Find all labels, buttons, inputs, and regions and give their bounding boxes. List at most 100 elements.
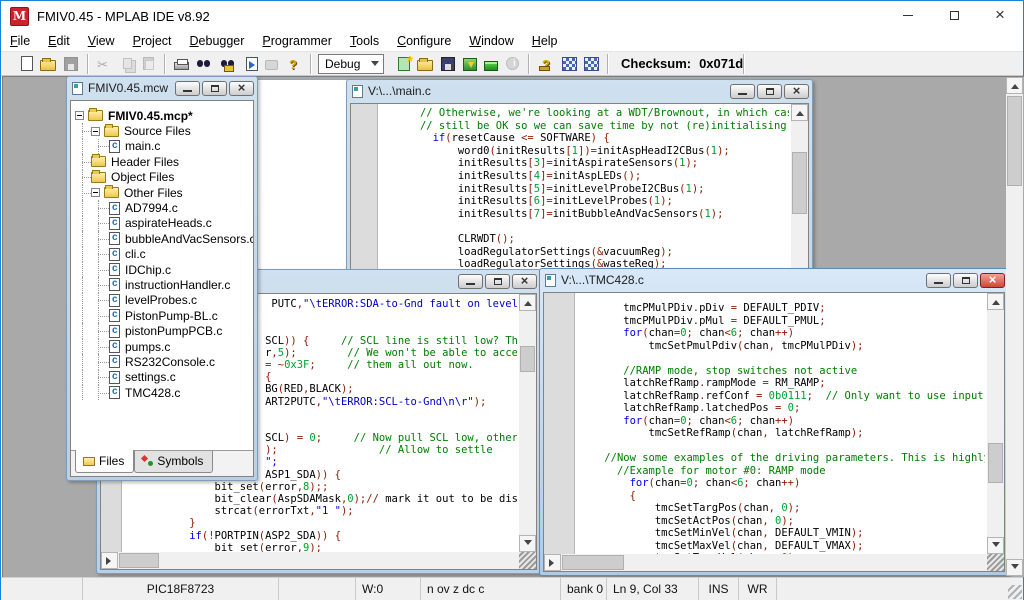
- scrollbar-thumb[interactable]: [562, 555, 624, 570]
- print-icon[interactable]: [174, 62, 189, 70]
- build-all-icon[interactable]: [463, 58, 477, 71]
- find-icon[interactable]: [196, 56, 213, 72]
- scroll-right-button[interactable]: [544, 554, 561, 571]
- tree-item-other-files[interactable]: Other Files: [75, 185, 251, 200]
- tree-item-ad7994-c[interactable]: AD7994.c: [75, 200, 251, 215]
- minimize-button[interactable]: [926, 273, 951, 288]
- maximize-button[interactable]: [931, 1, 977, 30]
- horizontal-scrollbar[interactable]: [101, 552, 519, 569]
- code-area-tmc[interactable]: tmcPMulPDiv.pDiv = DEFAULT_PDIV; tmcPMul…: [579, 302, 985, 554]
- open-workspace-icon[interactable]: [417, 60, 433, 71]
- minimize-button[interactable]: [730, 84, 755, 99]
- minimize-button[interactable]: [175, 81, 200, 96]
- scroll-down-button[interactable]: [519, 535, 536, 552]
- scrollbar-thumb[interactable]: [988, 443, 1003, 483]
- tree-item-object-files[interactable]: Object Files: [75, 170, 251, 185]
- build-configuration-select[interactable]: Debug: [318, 54, 384, 74]
- close-button[interactable]: [512, 274, 537, 289]
- resize-grip[interactable]: [1008, 585, 1022, 599]
- project-title-bar[interactable]: FMIV0.45.mcw: [70, 78, 254, 98]
- menu-view[interactable]: View: [79, 32, 124, 50]
- scrollbar-thumb[interactable]: [1007, 96, 1022, 186]
- open-file-icon[interactable]: [40, 60, 56, 71]
- menu-configure[interactable]: Configure: [388, 32, 460, 50]
- tab-symbols[interactable]: Symbols: [134, 451, 213, 473]
- tree-item-idchip-c[interactable]: IDChip.c: [75, 262, 251, 277]
- tree-item-main-c[interactable]: main.c: [75, 139, 251, 154]
- make-icon[interactable]: [484, 61, 498, 71]
- tree-item-pistonpump-bl-c[interactable]: PistonPump-BL.c: [75, 308, 251, 323]
- minimize-button[interactable]: [458, 274, 483, 289]
- menu-help[interactable]: Help: [523, 32, 567, 50]
- scroll-down-button[interactable]: [1006, 559, 1023, 576]
- editor-main-title-bar[interactable]: V:\...\main.c: [350, 81, 809, 101]
- tree-item-levelprobes-c[interactable]: levelProbes.c: [75, 293, 251, 308]
- editor-tmc-title-bar[interactable]: V:\...\TMC428.c: [543, 270, 1005, 290]
- menu-tools[interactable]: Tools: [341, 32, 388, 50]
- scroll-up-button[interactable]: [1006, 77, 1023, 94]
- menu-file[interactable]: File: [1, 32, 39, 50]
- close-icon: [521, 274, 529, 288]
- menu-project[interactable]: Project: [124, 32, 181, 50]
- menu-edit[interactable]: Edit: [39, 32, 79, 50]
- tree-item-tmc428-c[interactable]: TMC428.c: [75, 385, 251, 400]
- tree-collapse-toggle[interactable]: [91, 188, 100, 197]
- chevron-down-icon[interactable]: [367, 55, 383, 73]
- menu-debugger[interactable]: Debugger: [181, 32, 254, 50]
- close-button[interactable]: [977, 1, 1023, 30]
- menu-window[interactable]: Window: [460, 32, 522, 50]
- scroll-down-button[interactable]: [987, 537, 1004, 554]
- restore-button[interactable]: [953, 273, 978, 288]
- grid-2-icon[interactable]: [584, 57, 599, 71]
- tree-item-instructionhandler-c[interactable]: instructionHandler.c: [75, 277, 251, 292]
- scroll-up-button[interactable]: [987, 293, 1004, 310]
- tree-collapse-toggle[interactable]: [75, 111, 84, 120]
- tree-item-header-files[interactable]: Header Files: [75, 154, 251, 169]
- tab-files[interactable]: Files: [75, 450, 134, 473]
- new-file-icon[interactable]: [21, 56, 33, 71]
- restore-button[interactable]: [485, 274, 510, 289]
- grid-1-icon[interactable]: [562, 57, 577, 71]
- toolbar-separator: [743, 54, 745, 74]
- save-workspace-icon[interactable]: [441, 57, 455, 71]
- scroll-right-button[interactable]: [101, 552, 118, 569]
- tree-item-pistonpumppcb-c[interactable]: pistonPumpPCB.c: [75, 323, 251, 338]
- tree-item-bubbleandvacsensors-c[interactable]: bubbleAndVacSensors.c: [75, 231, 251, 246]
- new-project-icon[interactable]: [398, 57, 410, 71]
- close-button[interactable]: [980, 273, 1005, 288]
- editor-gutter[interactable]: [544, 293, 575, 571]
- find-next-icon[interactable]: [220, 56, 237, 72]
- scroll-up-button[interactable]: [791, 104, 808, 121]
- tree-item-cli-c[interactable]: cli.c: [75, 247, 251, 262]
- restore-button[interactable]: [757, 84, 782, 99]
- help-icon[interactable]: [285, 56, 302, 72]
- tree-collapse-toggle[interactable]: [91, 127, 100, 136]
- resize-grip[interactable]: [987, 554, 1004, 571]
- tree-item-settings-c[interactable]: settings.c: [75, 370, 251, 385]
- vertical-scrollbar[interactable]: [987, 293, 1004, 554]
- minimize-button[interactable]: [885, 1, 931, 30]
- scroll-up-button[interactable]: [519, 294, 536, 311]
- resize-grip[interactable]: [519, 552, 536, 569]
- restore-button[interactable]: [202, 81, 227, 96]
- scrollbar-thumb[interactable]: [792, 152, 807, 214]
- tree-item-source-files[interactable]: Source Files: [75, 123, 251, 138]
- build-info-icon: [506, 57, 519, 70]
- tree-item-rs232console-c[interactable]: RS232Console.c: [75, 354, 251, 369]
- scrollbar-thumb[interactable]: [119, 553, 159, 568]
- vertical-scrollbar[interactable]: [519, 294, 536, 552]
- tree-connector: [75, 216, 91, 231]
- goto-locator-icon[interactable]: [246, 57, 258, 71]
- tree-item-fmiv0-45-mcp-[interactable]: FMIV0.45.mcp*: [75, 108, 251, 123]
- mdi-vertical-scrollbar[interactable]: [1006, 77, 1023, 576]
- tree-item-label: cli.c: [125, 247, 146, 261]
- tree-item-aspirateheads-c[interactable]: aspirateHeads.c: [75, 216, 251, 231]
- tree-item-pumps-c[interactable]: pumps.c: [75, 339, 251, 354]
- menu-programmer[interactable]: Programmer: [253, 32, 340, 50]
- close-button[interactable]: [784, 84, 809, 99]
- scrollbar-thumb[interactable]: [520, 346, 535, 372]
- key-icon[interactable]: [538, 56, 555, 72]
- folder-icon: [91, 172, 106, 183]
- horizontal-scrollbar[interactable]: [544, 554, 987, 571]
- close-button[interactable]: [229, 81, 254, 96]
